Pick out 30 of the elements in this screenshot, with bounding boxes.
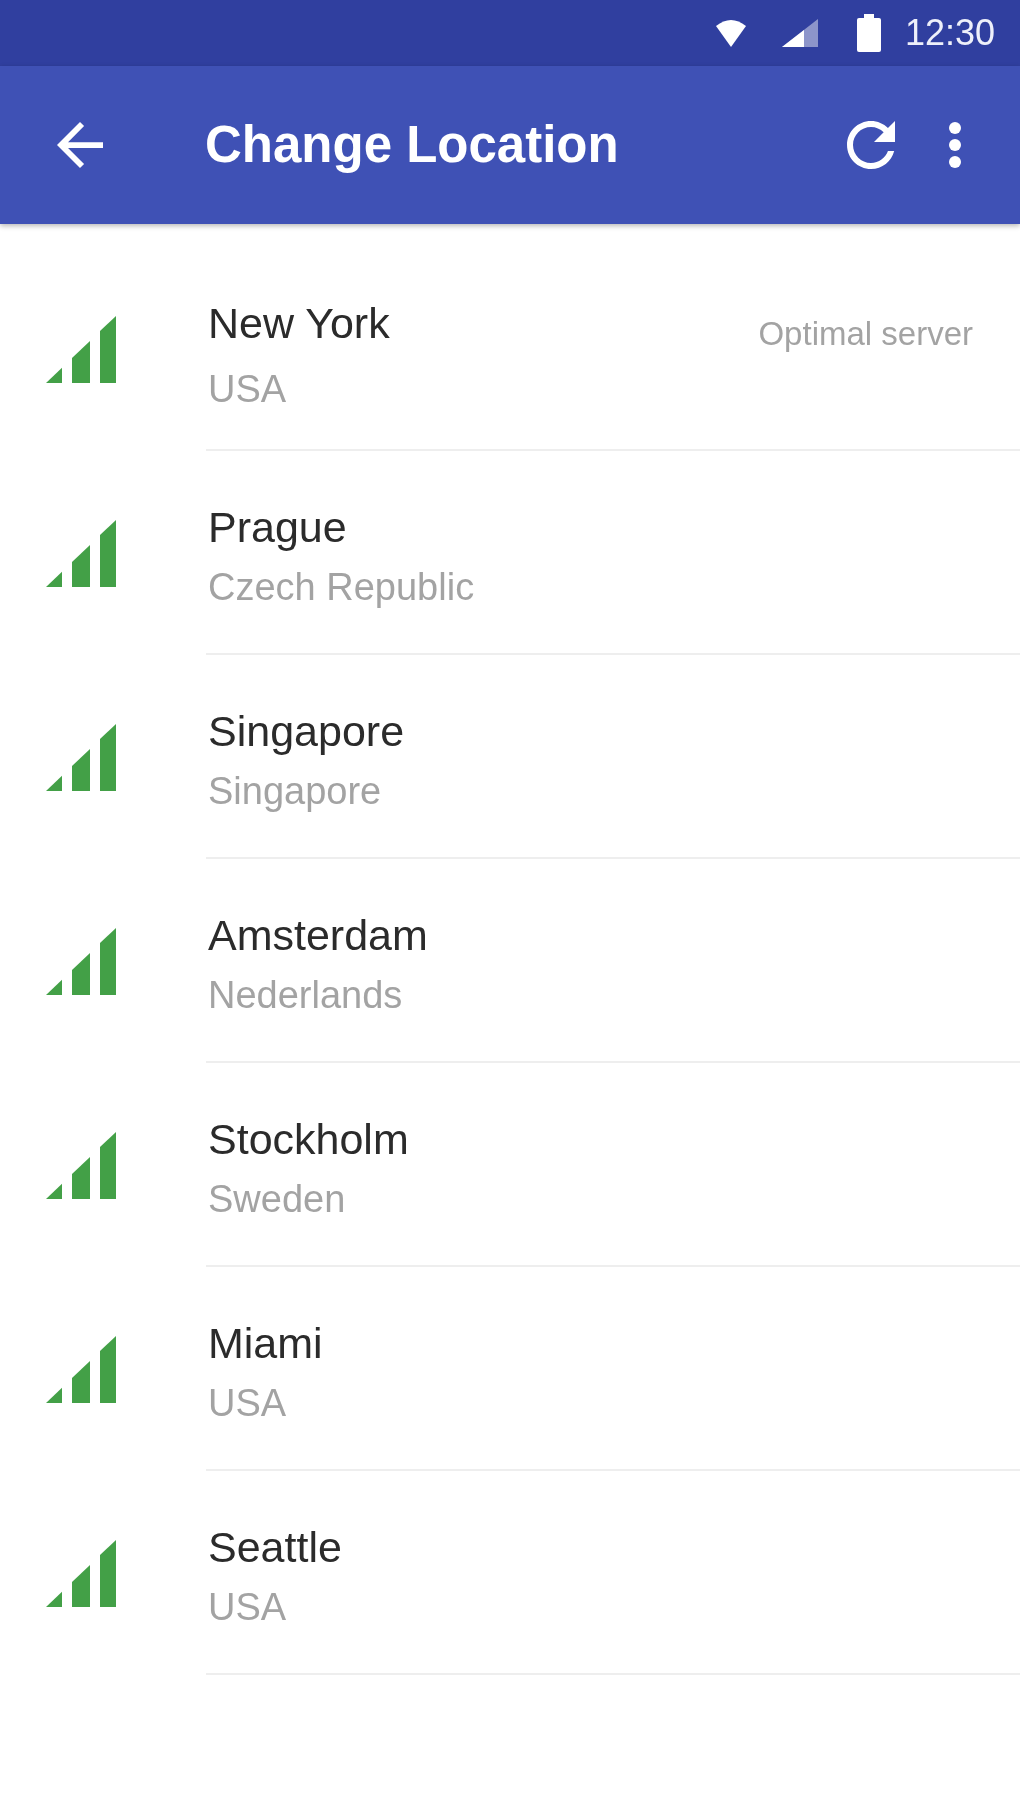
signal-strength-icon <box>46 1335 116 1403</box>
city-name: Prague <box>208 502 347 552</box>
signal-strength-icon <box>46 927 116 995</box>
country-name: USA <box>208 1381 288 1425</box>
refresh-icon <box>847 121 895 169</box>
city-name: Miami <box>208 1318 323 1368</box>
back-arrow-icon <box>57 122 103 168</box>
signal-strength-icon <box>46 519 116 587</box>
signal-icon <box>781 19 818 47</box>
signal-strength-icon <box>46 723 116 791</box>
screen-title: Change Location <box>205 115 620 175</box>
signal-strength-icon <box>46 1539 116 1607</box>
more-vertical-icon <box>948 121 962 169</box>
status-time: 12:30 <box>904 12 995 54</box>
city-name: Stockholm <box>208 1114 409 1164</box>
wifi-icon <box>715 19 746 47</box>
country-name: USA <box>208 1585 288 1629</box>
battery-icon <box>856 14 881 52</box>
country-name: Singapore <box>208 769 383 813</box>
city-name: Amsterdam <box>208 910 428 960</box>
country-name: USA <box>208 367 288 411</box>
signal-strength-icon <box>46 1131 116 1199</box>
country-name: Czech Republic <box>208 565 476 609</box>
country-name: Sweden <box>208 1177 347 1221</box>
city-name: New York <box>208 298 390 348</box>
city-name: Singapore <box>208 706 405 756</box>
city-name: Seattle <box>208 1522 342 1572</box>
signal-strength-icon <box>46 315 116 383</box>
country-name: Nederlands <box>208 973 404 1017</box>
server-note: Optimal server <box>758 314 973 354</box>
